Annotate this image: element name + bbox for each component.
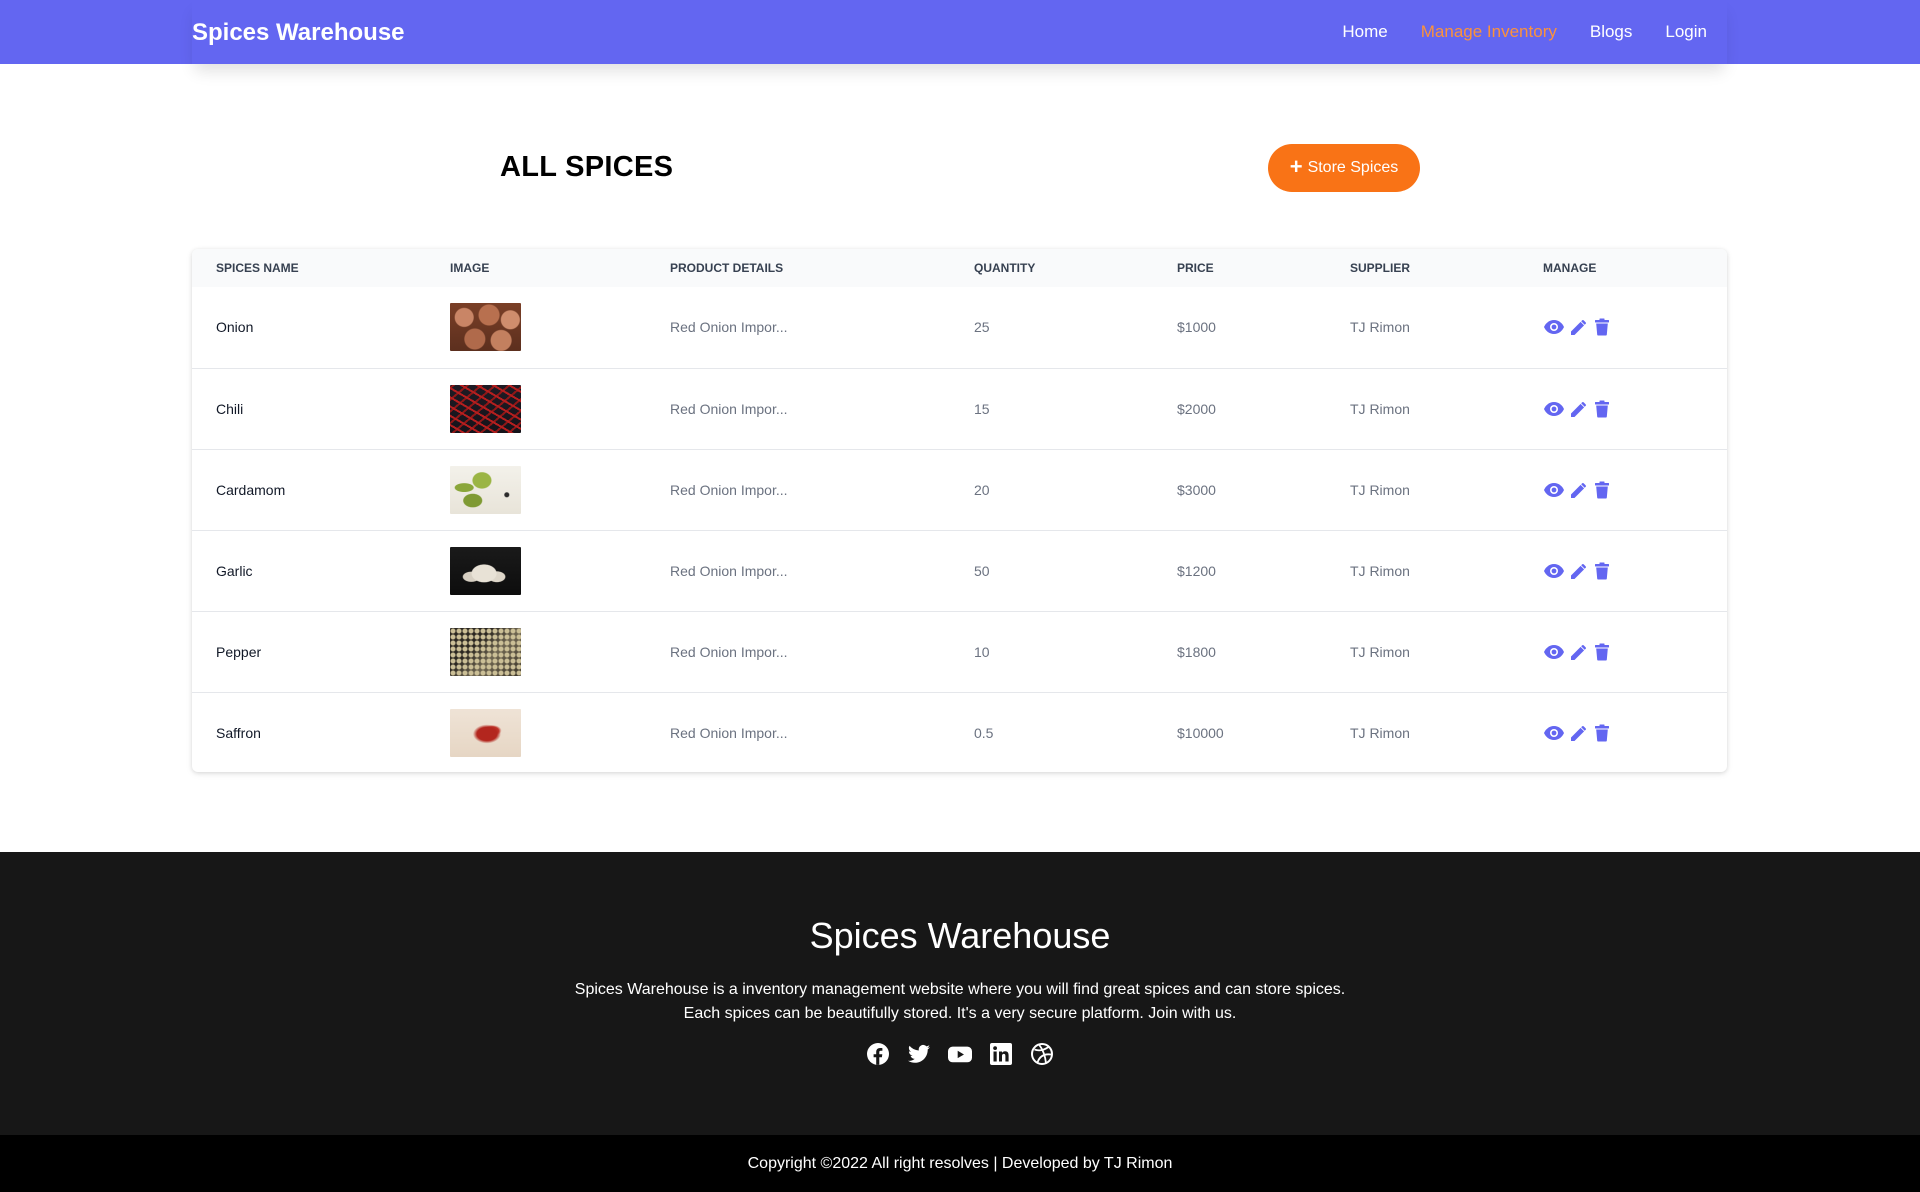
col-header-price: PRICE [1177,261,1214,275]
dribbble-icon[interactable] [1030,1042,1054,1066]
quantity: 15 [974,401,990,417]
footer: Spices Warehouse Spices Warehouse is a i… [0,852,1920,1135]
price: $1200 [1177,563,1216,579]
spice-image [450,709,521,757]
social-links [0,1042,1920,1066]
trash-icon[interactable] [1591,560,1613,582]
manage-actions [1543,693,1613,772]
table-row: Pepper Red Onion Impor... 10 $1800 TJ Rimon [192,611,1727,692]
supplier: TJ Rimon [1350,725,1410,741]
table-row: Onion Red Onion Impor... 25 $1000 TJ Rimon [192,287,1727,368]
quantity: 50 [974,563,990,579]
eye-icon[interactable] [1543,479,1565,501]
supplier: TJ Rimon [1350,319,1410,335]
spice-name: Chili [216,401,244,417]
product-details: Red Onion Impor... [670,644,788,660]
copyright: Copyright ©2022 All right resolves | Dev… [0,1135,1920,1192]
plus-icon: + [1289,154,1303,179]
spices-table: SPICES NAME IMAGE PRODUCT DETAILS QUANTI… [192,249,1727,772]
product-details: Red Onion Impor... [670,401,788,417]
supplier: TJ Rimon [1350,401,1410,417]
pencil-icon[interactable] [1567,398,1589,420]
supplier: TJ Rimon [1350,644,1410,660]
store-spices-button[interactable]: + Store Spices [1268,144,1420,192]
spice-image [450,466,521,514]
eye-icon[interactable] [1543,398,1565,420]
quantity: 20 [974,482,990,498]
navbar: Spices Warehouse Home Manage Inventory B… [0,0,1920,64]
table-row: Cardamom Red Onion Impor... 20 $3000 TJ Rimo… [192,449,1727,530]
table-header: SPICES NAME IMAGE PRODUCT DETAILS QUANTI… [192,249,1727,287]
store-spices-label: Store Spices [1307,159,1399,176]
price: $2000 [1177,401,1216,417]
spice-name: Garlic [216,563,253,579]
eye-icon[interactable] [1543,641,1565,663]
table-row: Chili Red Onion Impor... 15 $2000 TJ Rimon [192,368,1727,449]
table-row: Garlic Red Onion Impor... 50 $1200 TJ Rimon [192,530,1727,611]
spice-name: Saffron [216,725,261,741]
col-header-supplier: SUPPLIER [1350,261,1411,275]
trash-icon[interactable] [1591,722,1613,744]
manage-actions [1543,612,1613,692]
spice-image [450,547,521,595]
col-header-name: SPICES NAME [216,261,299,275]
footer-description-line-2: Each spices can be beautifully stored. I… [683,1005,1237,1022]
pencil-icon[interactable] [1567,641,1589,663]
table-row: Saffron Red Onion Impor... 0.5 $10000 TJ Rim… [192,692,1727,772]
col-header-details: PRODUCT DETAILS [670,261,784,275]
price: $10000 [1177,725,1224,741]
manage-actions [1543,450,1613,530]
manage-actions [1543,531,1613,611]
manage-actions [1543,369,1613,449]
spice-name: Cardamom [216,482,286,498]
footer-description-line-1: Spices Warehouse is a inventory manageme… [574,981,1346,998]
spice-image [450,303,521,351]
eye-icon[interactable] [1543,316,1565,338]
quantity: 10 [974,644,990,660]
linkedin-icon[interactable] [989,1042,1013,1066]
nav-link-manage-inventory[interactable]: Manage Inventory [1421,22,1557,42]
trash-icon[interactable] [1591,641,1613,663]
twitter-icon[interactable] [907,1042,931,1066]
spice-name: Onion [216,319,254,335]
product-details: Red Onion Impor... [670,563,788,579]
spice-name: Pepper [216,644,262,660]
price: $3000 [1177,482,1216,498]
quantity: 0.5 [974,725,994,741]
pencil-icon[interactable] [1567,722,1589,744]
facebook-icon[interactable] [866,1042,890,1066]
product-details: Red Onion Impor... [670,482,788,498]
footer-title: Spices Warehouse [809,915,1111,956]
page-title: ALL SPICES [500,151,674,183]
spice-image [450,385,521,433]
pencil-icon[interactable] [1567,560,1589,582]
price: $1000 [1177,319,1216,335]
eye-icon[interactable] [1543,560,1565,582]
pencil-icon[interactable] [1567,316,1589,338]
col-header-image: IMAGE [450,261,490,275]
nav-link-blogs[interactable]: Blogs [1590,22,1633,42]
quantity: 25 [974,319,990,335]
nav-link-home[interactable]: Home [1342,22,1387,42]
supplier: TJ Rimon [1350,482,1410,498]
product-details: Red Onion Impor... [670,319,788,335]
col-header-manage: MANAGE [1543,261,1597,275]
trash-icon[interactable] [1591,316,1613,338]
supplier: TJ Rimon [1350,563,1410,579]
spice-image [450,628,521,676]
trash-icon[interactable] [1591,398,1613,420]
nav-link-login[interactable]: Login [1665,22,1707,42]
price: $1800 [1177,644,1216,660]
nav-links: Home Manage Inventory Blogs Login [1342,0,1707,64]
product-details: Red Onion Impor... [670,725,788,741]
col-header-quantity: QUANTITY [974,261,1036,275]
footer-description: Spices Warehouse is a inventory manageme… [0,978,1920,1026]
pencil-icon[interactable] [1567,479,1589,501]
manage-actions [1543,287,1613,367]
youtube-icon[interactable] [948,1042,972,1066]
trash-icon[interactable] [1591,479,1613,501]
brand-logo[interactable]: Spices Warehouse [192,0,405,64]
eye-icon[interactable] [1543,722,1565,744]
